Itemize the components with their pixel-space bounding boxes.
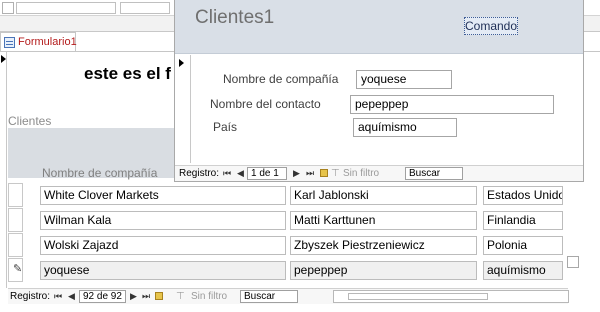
previous-record-icon[interactable]: ◀ bbox=[237, 168, 244, 179]
table-row-editing: ✎ yoquese pepeppep aquímismo bbox=[8, 258, 568, 282]
cell-company[interactable]: White Clover Markets bbox=[40, 186, 286, 205]
horizontal-scrollbar[interactable] bbox=[333, 290, 569, 303]
cell-contact[interactable]: Matti Karttunen bbox=[290, 211, 477, 230]
first-record-icon[interactable]: ⏮ bbox=[223, 168, 231, 179]
popup-title: Clientes1 bbox=[195, 7, 275, 28]
filter-toggle[interactable]: Sin filtro bbox=[343, 168, 379, 179]
column-header-company: Nombre de compañía bbox=[42, 166, 158, 180]
cell-country[interactable]: aquímismo bbox=[483, 261, 563, 280]
last-record-icon[interactable]: ⏭ bbox=[306, 168, 314, 179]
last-record-icon[interactable]: ⏭ bbox=[142, 291, 150, 302]
pencil-icon: ✎ bbox=[13, 263, 23, 275]
cell-country[interactable]: Estados Unidos bbox=[483, 186, 563, 205]
popup-form-clientes1: Clientes1 Comando Nombre de compañía yoq… bbox=[174, 0, 584, 182]
cell-company[interactable]: Wilman Kala bbox=[40, 211, 286, 230]
filter-toggle[interactable]: Sin filtro bbox=[191, 291, 227, 302]
next-record-icon[interactable]: ▶ bbox=[293, 168, 300, 179]
tab-formulario1[interactable]: Formulario1 bbox=[0, 32, 77, 52]
row-selector[interactable] bbox=[8, 183, 23, 207]
toolbar-control[interactable] bbox=[16, 2, 116, 14]
cell-contact[interactable]: Karl Jablonski bbox=[290, 186, 477, 205]
row-selector[interactable] bbox=[8, 233, 23, 257]
filter-icon[interactable]: ⊤ bbox=[176, 291, 185, 302]
search-input[interactable]: Buscar bbox=[405, 167, 463, 180]
vertical-scrollbar[interactable] bbox=[566, 180, 580, 276]
cell-contact[interactable]: pepeppep bbox=[290, 261, 477, 280]
record-number-input[interactable]: 1 de 1 bbox=[247, 167, 287, 180]
row-selector[interactable] bbox=[8, 208, 23, 232]
current-record-arrow-icon bbox=[1, 55, 6, 63]
nav-label: Registro: bbox=[10, 291, 51, 302]
next-record-icon[interactable]: ▶ bbox=[130, 291, 137, 302]
new-record-icon[interactable] bbox=[320, 169, 328, 177]
current-record-arrow-icon bbox=[179, 59, 184, 67]
nav-label: Registro: bbox=[179, 168, 220, 179]
cell-company[interactable]: Wolski Zajazd bbox=[40, 236, 286, 255]
previous-record-icon[interactable]: ◀ bbox=[68, 291, 75, 302]
popup-record-selector[interactable] bbox=[175, 55, 191, 163]
command-button[interactable]: Comando bbox=[464, 17, 518, 35]
cell-country[interactable]: Polonia bbox=[483, 236, 563, 255]
label-contact: Nombre del contacto bbox=[210, 97, 321, 111]
scroll-thumb[interactable] bbox=[348, 293, 488, 300]
toolbar-control[interactable] bbox=[120, 2, 170, 14]
label-company: Nombre de compañía bbox=[223, 72, 339, 86]
toolbar-control[interactable] bbox=[2, 2, 14, 14]
search-input[interactable]: Buscar bbox=[240, 290, 298, 303]
form-heading: este es el f bbox=[84, 64, 171, 83]
tab-label: Formulario1 bbox=[18, 36, 77, 48]
form-icon bbox=[4, 37, 15, 48]
scroll-thumb[interactable] bbox=[567, 256, 579, 268]
record-number-input[interactable]: 92 de 92 bbox=[79, 290, 126, 303]
cell-country[interactable]: Finlandia bbox=[483, 211, 563, 230]
table-row: Wilman Kala Matti Karttunen Finlandia bbox=[8, 208, 568, 232]
cell-contact[interactable]: Zbyszek Piestrzeniewicz bbox=[290, 236, 477, 255]
first-record-icon[interactable]: ⏮ bbox=[54, 291, 62, 302]
filter-icon[interactable]: ⊤ bbox=[331, 168, 340, 179]
row-selector[interactable]: ✎ bbox=[8, 258, 23, 282]
company-field[interactable]: yoquese bbox=[356, 70, 452, 89]
cell-company[interactable]: yoquese bbox=[40, 261, 286, 280]
label-country: País bbox=[213, 120, 238, 134]
section-label: Clientes bbox=[8, 114, 52, 128]
record-navigation-bar: Registro: ⏮ ◀ 92 de 92 ▶ ⏭ ⊤ Sin filtro … bbox=[8, 288, 569, 304]
country-field[interactable]: aquímismo bbox=[353, 118, 457, 137]
table-row: Wolski Zajazd Zbyszek Piestrzeniewicz Po… bbox=[8, 233, 568, 257]
popup-record-navigation-bar: Registro: ⏮ ◀ 1 de 1 ▶ ⏭ ⊤ Sin filtro Bu… bbox=[175, 165, 583, 181]
contact-field[interactable]: pepeppep bbox=[350, 95, 554, 114]
popup-header: Clientes1 Comando bbox=[175, 0, 583, 54]
new-record-icon[interactable] bbox=[155, 292, 163, 300]
form-record-selector[interactable] bbox=[0, 52, 7, 288]
table-row: White Clover Markets Karl Jablonski Esta… bbox=[8, 183, 568, 207]
